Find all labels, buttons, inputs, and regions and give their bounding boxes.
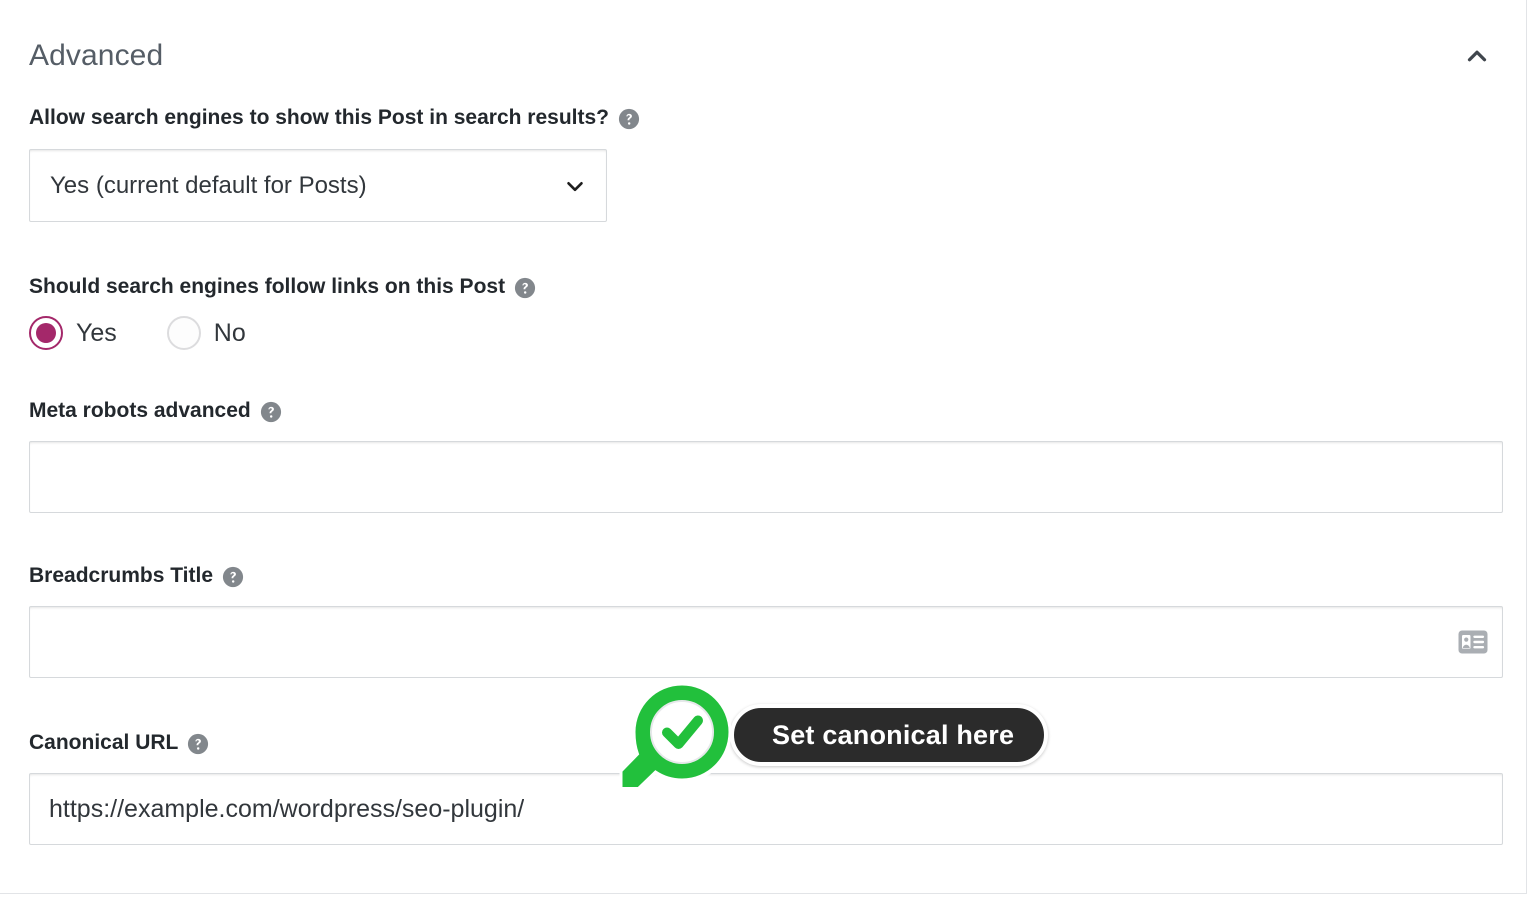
allow-search-engines-select[interactable]: Yes (current default for Posts)	[29, 149, 607, 223]
help-circle-icon[interactable]	[514, 277, 536, 299]
collapse-panel-button[interactable]	[1455, 34, 1499, 78]
panel-header: Advanced	[29, 30, 1499, 82]
field-follow-links: Should search engines follow links on th…	[29, 274, 536, 351]
follow-links-radio-group: Yes No	[29, 316, 536, 351]
page-title: Advanced	[29, 39, 164, 72]
help-circle-icon[interactable]	[260, 401, 282, 423]
field-label: Allow search engines to show this Post i…	[29, 105, 640, 131]
help-circle-icon[interactable]	[187, 733, 209, 755]
field-label-text: Meta robots advanced	[29, 399, 251, 422]
radio-indicator-no	[166, 316, 201, 351]
field-label-text: Should search engines follow links on th…	[29, 275, 506, 298]
radio-indicator-yes	[29, 316, 63, 351]
help-circle-icon[interactable]	[222, 566, 244, 588]
breadcrumbs-title-input[interactable]	[29, 606, 1503, 679]
contact-card-icon[interactable]	[1458, 630, 1488, 654]
meta-robots-advanced-input[interactable]	[29, 441, 1503, 514]
field-label-text: Breadcrumbs Title	[29, 564, 214, 587]
field-meta-robots-advanced: Meta robots advanced	[29, 398, 1503, 514]
field-label: Breadcrumbs Title	[29, 563, 1503, 589]
chevron-down-icon	[562, 173, 588, 199]
field-label-text: Allow search engines to show this Post i…	[29, 106, 609, 129]
select-value: Yes (current default for Posts)	[50, 171, 367, 199]
field-label: Canonical URL	[29, 730, 1503, 756]
radio-option-no[interactable]: No	[166, 316, 246, 351]
radio-label-no: No	[213, 318, 246, 347]
field-label: Meta robots advanced	[29, 398, 1503, 424]
input-value: https://example.com/wordpress/seo-plugin…	[49, 796, 525, 822]
field-label: Should search engines follow links on th…	[29, 274, 536, 300]
field-label-text: Canonical URL	[29, 731, 179, 754]
field-breadcrumbs-title: Breadcrumbs Title	[29, 563, 1503, 679]
radio-option-yes[interactable]: Yes	[29, 316, 117, 351]
radio-label-yes: Yes	[76, 318, 117, 347]
field-canonical-url: Canonical URL https://example.com/wordpr…	[29, 730, 1503, 846]
field-allow-search-engines: Allow search engines to show this Post i…	[29, 105, 640, 223]
advanced-settings-panel: Advanced Allow search engines to show th…	[0, 0, 1527, 894]
help-circle-icon[interactable]	[618, 108, 640, 130]
chevron-up-icon	[1462, 41, 1492, 71]
canonical-url-input[interactable]: https://example.com/wordpress/seo-plugin…	[29, 773, 1503, 846]
